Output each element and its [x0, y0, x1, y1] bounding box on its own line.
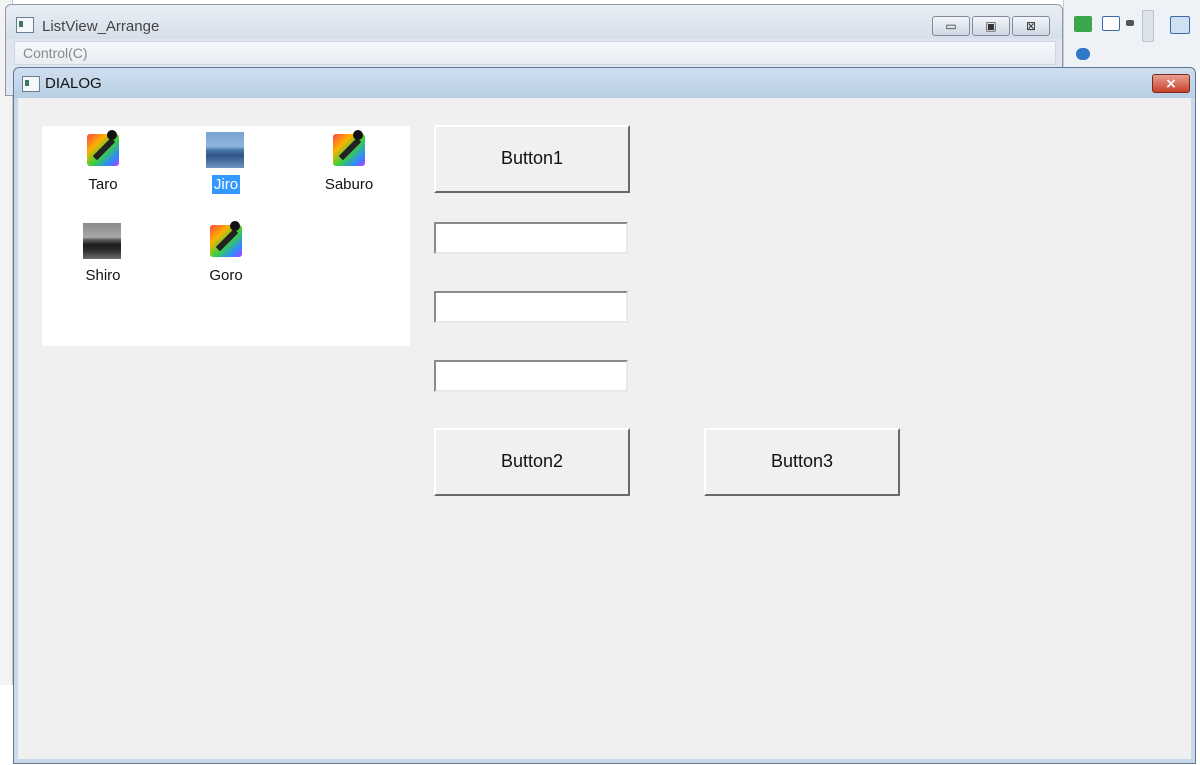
list-item-label: Shiro	[85, 267, 121, 284]
minimize-button[interactable]: ▭	[932, 16, 970, 36]
car-photo-icon	[206, 132, 244, 168]
dialog-titlebar[interactable]: DIALOG ×	[14, 68, 1195, 98]
app-icon	[16, 17, 34, 33]
close-icon: ×	[1165, 76, 1177, 92]
button3[interactable]: Button3	[704, 428, 900, 496]
button2[interactable]: Button2	[434, 428, 630, 496]
button1[interactable]: Button1	[434, 125, 630, 193]
paint-brush-icon	[87, 130, 119, 166]
paint-brush-icon	[210, 221, 242, 257]
list-item-shiro[interactable]: Shiro	[63, 221, 143, 301]
maximize-button[interactable]: ▣	[972, 16, 1010, 36]
edit-field-1[interactable]	[434, 222, 628, 254]
paint-brush-icon	[333, 130, 365, 166]
menu-control[interactable]: Control(C)	[23, 45, 88, 61]
list-view[interactable]: Taro Jiro Saburo Shiro Goro	[42, 126, 410, 346]
list-item-taro[interactable]: Taro	[63, 130, 143, 210]
layout-icon[interactable]	[1170, 16, 1190, 34]
background-window-title: ListView_Arrange	[42, 18, 160, 35]
dialog-close-button[interactable]: ×	[1152, 74, 1190, 93]
list-item-jiro[interactable]: Jiro	[186, 130, 266, 210]
background-window-titlebar[interactable]: ListView_Arrange ▭ ▣ ⊠	[6, 5, 1062, 39]
list-item-saburo[interactable]: Saburo	[309, 130, 389, 210]
menubar: Control(C)	[14, 41, 1056, 65]
dialog-app-icon	[22, 76, 40, 92]
toolbar-grip-icon	[1142, 10, 1154, 42]
dialog-title: DIALOG	[45, 75, 102, 92]
run-icon[interactable]	[1074, 16, 1092, 32]
list-item-label: Goro	[209, 267, 243, 284]
window-icon[interactable]	[1102, 16, 1120, 31]
undo-icon[interactable]	[1076, 48, 1090, 60]
edit-field-3[interactable]	[434, 360, 628, 392]
close-button-background[interactable]: ⊠	[1012, 16, 1050, 36]
edit-field-2[interactable]	[434, 291, 628, 323]
list-item-label: Taro	[88, 176, 118, 193]
car-photo-icon	[83, 223, 121, 259]
background-editor-margin	[0, 0, 13, 685]
list-item-goro[interactable]: Goro	[186, 221, 266, 301]
dialog-window: DIALOG × Taro Jiro Saburo Shiro Goro But…	[13, 67, 1196, 764]
dialog-client-area: Taro Jiro Saburo Shiro Goro Button1 Butt…	[18, 98, 1191, 759]
background-toolbar	[1063, 0, 1200, 70]
dropdown-arrow-icon[interactable]	[1126, 20, 1134, 26]
list-item-label: Saburo	[324, 176, 374, 193]
list-item-label: Jiro	[211, 175, 241, 194]
